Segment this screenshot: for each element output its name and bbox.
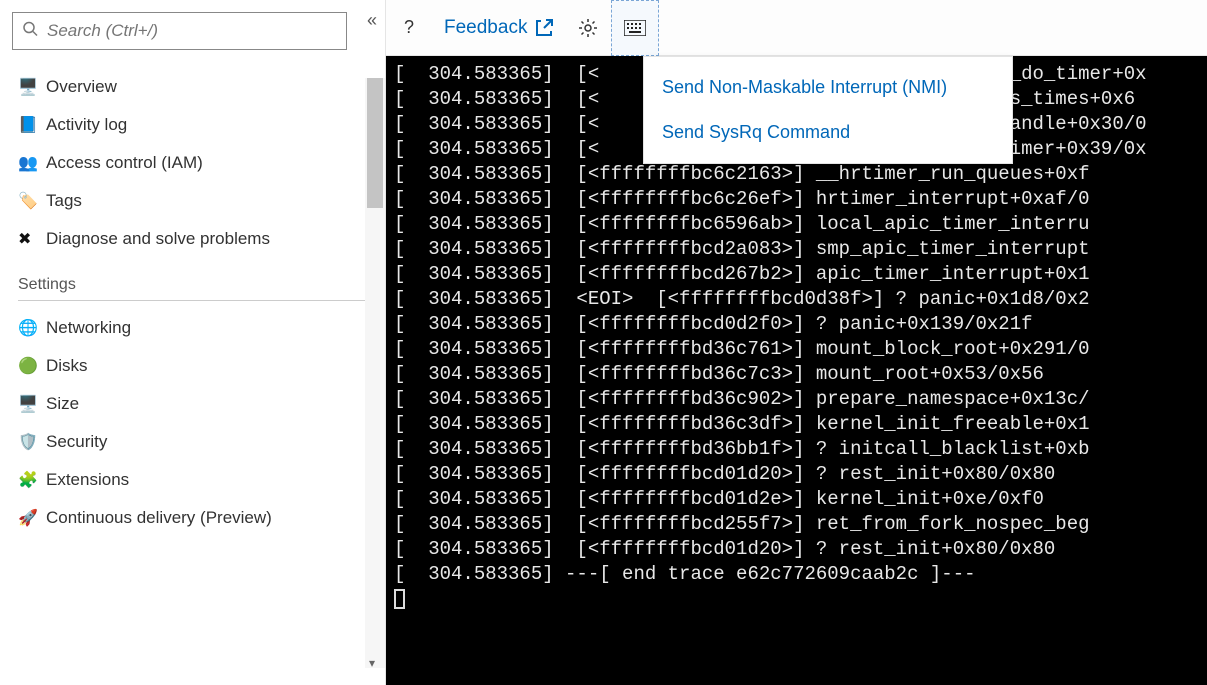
feedback-button[interactable]: Feedback bbox=[432, 0, 565, 56]
settings-button[interactable] bbox=[565, 0, 611, 56]
nav-label: Extensions bbox=[46, 470, 129, 490]
main-panel: ? Feedback Send Non-Maskable Interrupt (… bbox=[385, 0, 1207, 685]
collapse-sidebar-button[interactable]: « bbox=[367, 10, 377, 31]
scroll-down-icon[interactable]: ▾ bbox=[369, 656, 375, 670]
nav-label: Networking bbox=[46, 318, 131, 338]
nav-icon: 🖥️ bbox=[18, 77, 46, 97]
sidebar-item-continuous-delivery-preview[interactable]: 🚀Continuous delivery (Preview) bbox=[12, 499, 354, 537]
sidebar-item-disks[interactable]: 🟢Disks bbox=[12, 347, 354, 385]
nav-label: Overview bbox=[46, 77, 117, 97]
sidebar-item-security[interactable]: 🛡️Security bbox=[12, 423, 354, 461]
sidebar-item-tags[interactable]: 🏷️Tags bbox=[12, 182, 354, 220]
toolbar: ? Feedback Send Non-Maskable Interrupt (… bbox=[386, 0, 1207, 56]
sidebar-scroll-thumb[interactable] bbox=[367, 78, 383, 208]
sidebar-scrollbar[interactable]: ▴ ▾ bbox=[365, 78, 385, 668]
nav-label: Activity log bbox=[46, 115, 127, 135]
sidebar-item-activity-log[interactable]: 📘Activity log bbox=[12, 106, 354, 144]
settings-divider bbox=[18, 300, 379, 301]
help-icon: ? bbox=[404, 17, 414, 38]
nav-icon: ✖ bbox=[18, 229, 46, 249]
nav-label: Size bbox=[46, 394, 79, 414]
menu-item-send-nmi[interactable]: Send Non-Maskable Interrupt (NMI) bbox=[644, 65, 1012, 110]
sidebar-item-networking[interactable]: 🌐Networking bbox=[12, 309, 354, 347]
nav-icon: 🌐 bbox=[18, 318, 46, 338]
sidebar-item-access-control-iam[interactable]: 👥Access control (IAM) bbox=[12, 144, 354, 182]
nav-icon: 🖥️ bbox=[18, 394, 46, 414]
sidebar-item-extensions[interactable]: 🧩Extensions bbox=[12, 461, 354, 499]
keyboard-icon bbox=[624, 20, 646, 36]
nav-icon: 📘 bbox=[18, 115, 46, 135]
nav-label: Access control (IAM) bbox=[46, 153, 203, 173]
nav-label: Continuous delivery (Preview) bbox=[46, 508, 272, 528]
nav-icon: 🟢 bbox=[18, 356, 46, 376]
search-icon bbox=[22, 21, 38, 42]
sidebar-item-size[interactable]: 🖥️Size bbox=[12, 385, 354, 423]
search-input[interactable] bbox=[12, 12, 347, 50]
nav-top-list: 🖥️Overview📘Activity log👥Access control (… bbox=[12, 68, 358, 258]
nav-label: Security bbox=[46, 432, 107, 452]
console-cursor bbox=[394, 589, 405, 609]
settings-heading: Settings bbox=[18, 276, 385, 294]
nav-label: Diagnose and solve problems bbox=[46, 229, 270, 249]
sidebar-item-diagnose-and-solve-problems[interactable]: ✖Diagnose and solve problems bbox=[12, 220, 354, 258]
external-link-icon bbox=[535, 19, 553, 37]
sidebar: « 🖥️Overview📘Activity log👥Access control… bbox=[0, 0, 385, 685]
keyboard-commands-button[interactable] bbox=[611, 0, 659, 56]
nav-icon: 🚀 bbox=[18, 508, 46, 528]
nav-label: Disks bbox=[46, 356, 88, 376]
feedback-label: Feedback bbox=[444, 17, 527, 39]
gear-icon bbox=[578, 18, 598, 38]
menu-item-send-sysrq[interactable]: Send SysRq Command bbox=[644, 110, 1012, 155]
nav-settings-list: 🌐Networking🟢Disks🖥️Size🛡️Security🧩Extens… bbox=[12, 309, 358, 537]
help-button[interactable]: ? bbox=[386, 0, 432, 56]
nav-icon: 🛡️ bbox=[18, 432, 46, 452]
nav-label: Tags bbox=[46, 191, 82, 211]
nav-icon: 🏷️ bbox=[18, 191, 46, 211]
nav-icon: 👥 bbox=[18, 153, 46, 173]
sidebar-item-overview[interactable]: 🖥️Overview bbox=[12, 68, 354, 106]
nav-icon: 🧩 bbox=[18, 470, 46, 490]
keyboard-commands-menu: Send Non-Maskable Interrupt (NMI) Send S… bbox=[643, 56, 1013, 164]
